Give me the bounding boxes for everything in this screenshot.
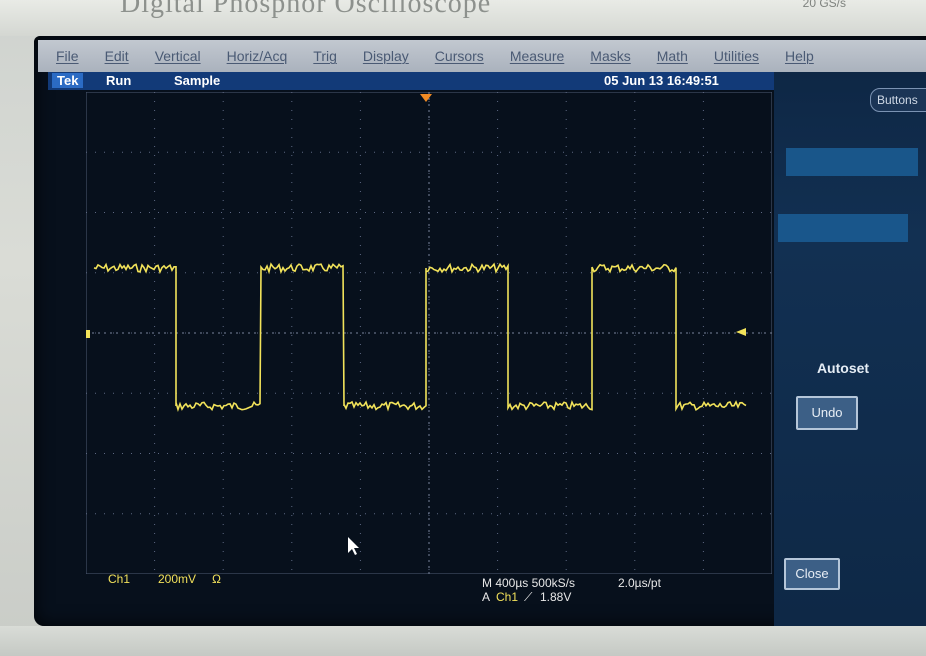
- brand-label: Tek: [52, 73, 84, 88]
- channel-label: Ch1: [108, 572, 131, 586]
- oscilloscope-bezel-top: Digital Phosphor Oscilloscope 20 GS/s: [0, 0, 926, 36]
- horizontal-settings: M 400µs 500kS/s: [482, 576, 575, 590]
- buttons-tab[interactable]: Buttons: [870, 88, 926, 112]
- autoset-title: Autoset: [816, 360, 870, 376]
- impedance-symbol: Ω: [212, 572, 221, 586]
- acquisition-mode: Sample: [174, 73, 221, 88]
- menu-vertical[interactable]: Vertical: [155, 48, 201, 64]
- panel-slot-2: [778, 214, 908, 242]
- trigger-prefix: A: [482, 590, 491, 604]
- menu-horiz-acq[interactable]: Horiz/Acq: [227, 48, 288, 64]
- sample-interval: 2.0µs/pt: [618, 576, 661, 590]
- oscilloscope-screen: File Edit Vertical Horiz/Acq Trig Displa…: [34, 36, 926, 626]
- undo-button[interactable]: Undo: [796, 396, 858, 430]
- menu-edit[interactable]: Edit: [105, 48, 129, 64]
- oscilloscope-bezel-bottom: [0, 626, 926, 656]
- menu-utilities[interactable]: Utilities: [714, 48, 759, 64]
- waveform-graticule: [86, 92, 772, 574]
- menu-masks[interactable]: Masks: [590, 48, 630, 64]
- trigger-slope-icon: ⟋: [524, 590, 533, 604]
- menu-trig[interactable]: Trig: [313, 48, 337, 64]
- menu-display[interactable]: Display: [363, 48, 409, 64]
- sample-rate-label: 20 GS/s: [802, 0, 846, 10]
- status-bar: Tek Run Sample 05 Jun 13 16:49:51: [48, 72, 780, 90]
- menu-math[interactable]: Math: [657, 48, 688, 64]
- menu-measure[interactable]: Measure: [510, 48, 564, 64]
- menu-file[interactable]: File: [56, 48, 79, 64]
- menu-help[interactable]: Help: [785, 48, 814, 64]
- vertical-scale: 200mV: [158, 572, 197, 586]
- trigger-level: 1.88V: [540, 590, 572, 604]
- trigger-position-marker: [420, 94, 432, 102]
- channel1-ground-marker: [86, 330, 90, 338]
- trigger-level-marker: [736, 328, 746, 336]
- mouse-pointer-icon: [348, 537, 359, 555]
- timestamp: 05 Jun 13 16:49:51: [604, 73, 719, 88]
- model-label: Digital Phosphor Oscilloscope: [120, 0, 492, 19]
- menu-cursors[interactable]: Cursors: [435, 48, 484, 64]
- close-button[interactable]: Close: [784, 558, 840, 590]
- ch1-waveform-trace: [93, 262, 747, 412]
- panel-slot-1: [786, 148, 918, 176]
- run-status: Run: [106, 73, 132, 88]
- menu-bar: File Edit Vertical Horiz/Acq Trig Displa…: [38, 40, 926, 72]
- trigger-channel: Ch1: [496, 590, 519, 604]
- graticule-centerlines: [86, 92, 772, 574]
